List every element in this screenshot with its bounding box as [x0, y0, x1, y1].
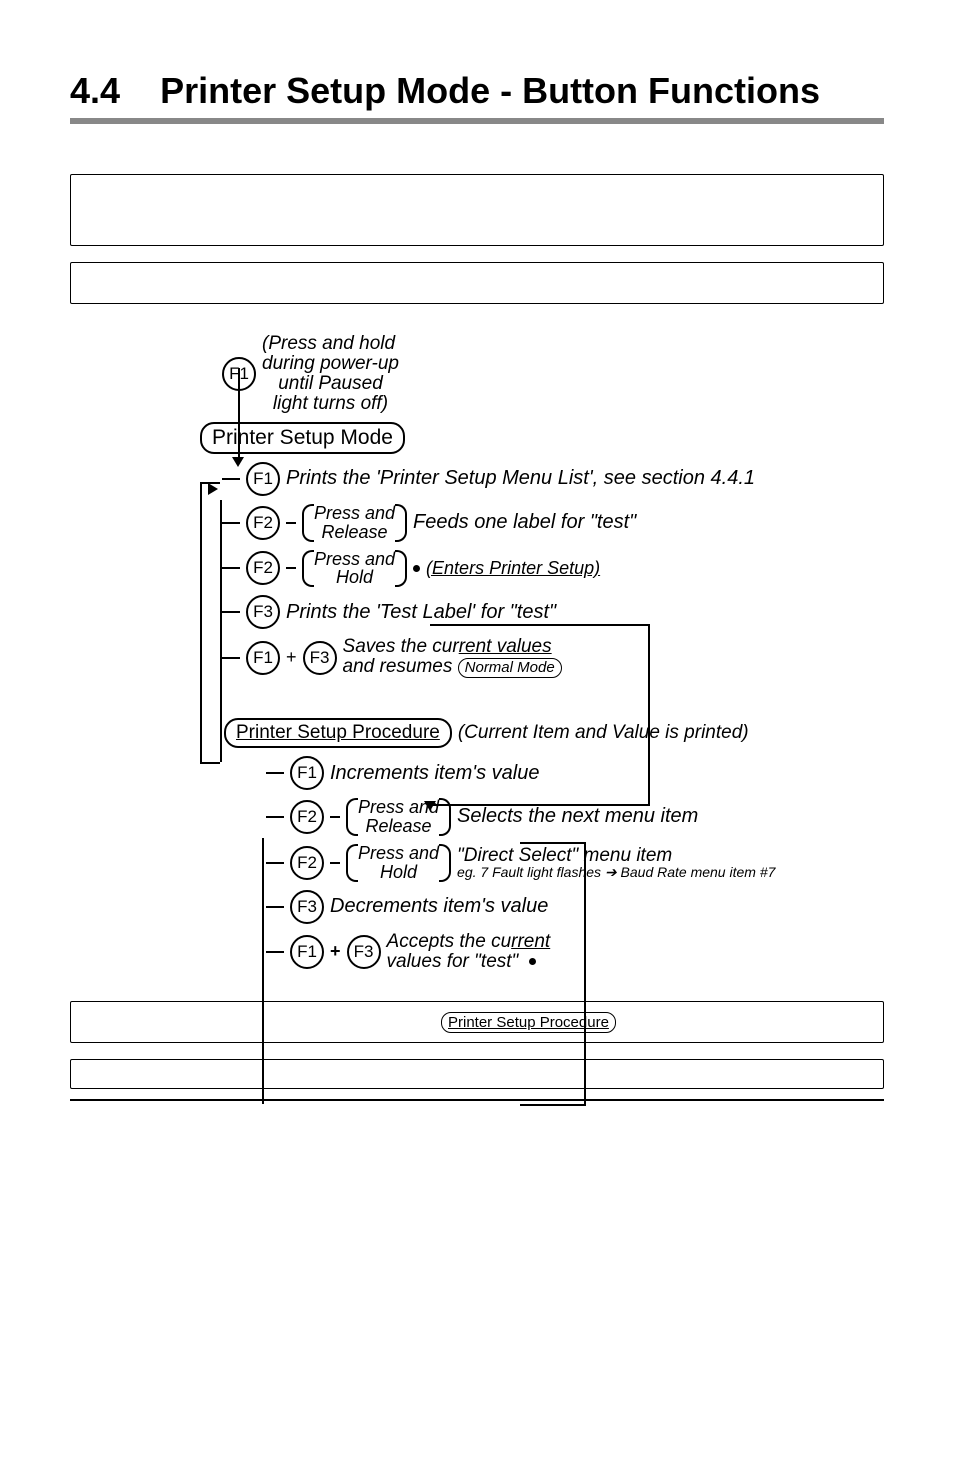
connector-stub — [222, 478, 240, 480]
enters-printer-setup-text: (Enters Printer Setup) — [426, 558, 600, 579]
f1-hold-line4: light turns off) — [262, 394, 399, 414]
proc-f3-text: Decrements item's value — [330, 895, 548, 918]
connector-stub — [222, 567, 240, 569]
plus-label: + — [286, 647, 297, 668]
footer-rule — [70, 1099, 884, 1101]
note-box-3: Printer Setup Procedure — [70, 1001, 884, 1043]
f1-hold-line1: (Press and hold — [262, 334, 399, 354]
f1-hold-line3: until Paused — [262, 374, 399, 394]
connector-line — [200, 762, 220, 764]
f1-button-icon: F1 — [246, 641, 280, 675]
f2-button-icon: F2 — [290, 800, 324, 834]
connector-stub — [266, 906, 284, 908]
proc-f2-hold-sub: eg. 7 Fault light flashes ➔ Baud Rate me… — [457, 865, 775, 879]
dot-icon — [413, 565, 420, 572]
connector-line — [238, 368, 240, 462]
proc-f2-hold-text: "Direct Select" menu item — [457, 846, 775, 865]
note-box-2 — [70, 262, 884, 304]
f1-action-text: Prints the 'Printer Setup Menu List', se… — [286, 467, 755, 490]
plus-label: + — [330, 941, 341, 962]
f3-button-icon: F3 — [347, 935, 381, 969]
f3-action-text: Prints the 'Test Label' for "test" — [286, 601, 556, 624]
proc-f1-text: Increments item's value — [330, 762, 539, 785]
connector-stub — [266, 862, 284, 864]
f3-button-icon: F3 — [290, 890, 324, 924]
connector-stub — [266, 951, 284, 953]
printer-setup-procedure-pill: Printer Setup Procedure — [224, 718, 452, 748]
note-box-1 — [70, 174, 884, 246]
connector-stub — [266, 816, 284, 818]
connector-stub — [222, 657, 240, 659]
section-heading: 4.4 Printer Setup Mode - Button Function… — [70, 70, 884, 112]
press-hold-brace: Press and Hold — [346, 844, 451, 882]
press-release-brace: Press and Release — [302, 504, 407, 542]
f1-button-icon: F1 — [290, 756, 324, 790]
connector-stub — [286, 522, 296, 524]
connector-stub — [266, 772, 284, 774]
f1-button-icon: F1 — [246, 462, 280, 496]
connector-stub — [222, 611, 240, 613]
proc-f2-release-text: Selects the next menu item — [457, 805, 698, 828]
f1-button-icon: F1 — [290, 935, 324, 969]
connector-box — [520, 842, 586, 1106]
f3-button-icon: F3 — [246, 595, 280, 629]
section-title: Printer Setup Mode - Button Functions — [160, 70, 820, 111]
f1-hold-line2: during power-up — [262, 354, 399, 374]
f2-button-icon: F2 — [246, 551, 280, 585]
press-hold-brace: Press and Hold — [302, 550, 407, 588]
f3-button-icon: F3 — [303, 641, 337, 675]
note-box-4 — [70, 1059, 884, 1089]
connector-line — [200, 500, 202, 764]
press-release-brace: Press and Release — [346, 798, 451, 836]
connector-stub — [330, 862, 340, 864]
f2-button-icon: F2 — [290, 846, 324, 880]
f2-release-text: Feeds one label for "test" — [413, 511, 636, 534]
flow-diagram: F1 (Press and hold during power-up until… — [180, 334, 920, 971]
heading-rule — [70, 118, 884, 124]
connector-stub — [286, 567, 296, 569]
connector-stub — [330, 816, 340, 818]
printer-setup-mode-pill: Printer Setup Mode — [200, 422, 405, 454]
f2-button-icon: F2 — [246, 506, 280, 540]
section-number: 4.4 — [70, 70, 120, 111]
connector-stub — [222, 522, 240, 524]
